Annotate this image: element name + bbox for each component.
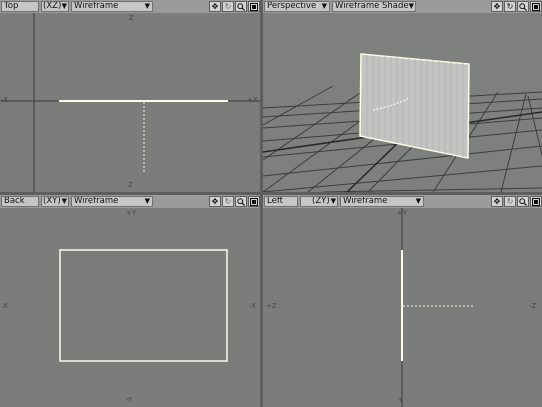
viewport-back[interactable]: Back (XY) ▼ Wireframe ▼ ✥ ↻ +Y -Y X -X <box>0 195 260 407</box>
viewport-canvas <box>59 249 228 362</box>
perspective-canvas <box>263 53 542 192</box>
viewport-canvas <box>0 13 260 192</box>
viewport-divider-vertical[interactable] <box>260 0 263 407</box>
viewport-divider-horizontal[interactable] <box>0 192 542 195</box>
axis-label-bottom: -Y <box>126 396 132 404</box>
viewport-perspective[interactable]: Perspective ▼ Wireframe Shade ▼ ✥ ↻ <box>263 0 542 192</box>
viewport-top[interactable]: Top (XZ) ▼ Wireframe ▼ ✥ ↻ Z Z -X +X <box>0 0 260 192</box>
axis-label-bottom: -Y <box>397 396 403 404</box>
viewport-left[interactable]: Left (ZY) ▼ Wireframe ▼ ✥ ↻ +Y -Y +Z -Z <box>263 195 542 407</box>
axis-label-right: +X <box>247 96 258 104</box>
axis-label-left: -X <box>1 96 8 104</box>
axis-label-right: -Z <box>529 302 537 310</box>
viewport-canvas <box>401 208 473 407</box>
plane-mesh <box>359 53 470 159</box>
axis-label-top: Z <box>129 14 134 22</box>
axis-label-right: -X <box>249 302 256 310</box>
axis-label-bottom: Z <box>128 181 133 189</box>
axis-label-top: +Y <box>126 209 137 217</box>
axis-label-top: +Y <box>397 209 408 217</box>
plane-outline <box>59 249 228 362</box>
axis-label-left: X <box>3 302 8 310</box>
axis-label-left: +Z <box>266 302 277 310</box>
